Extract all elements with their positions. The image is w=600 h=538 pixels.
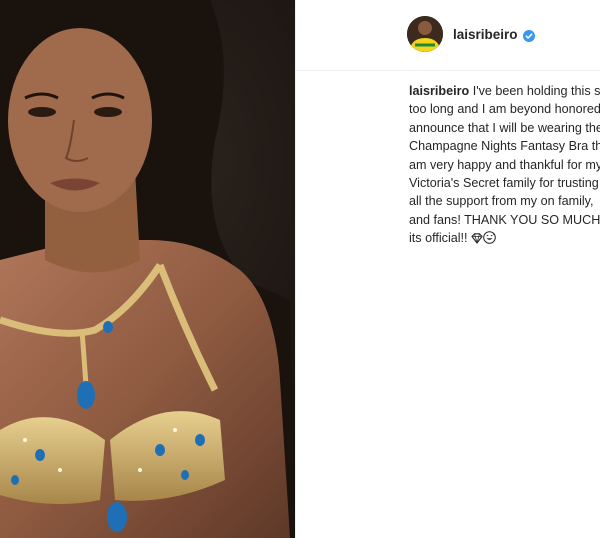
panel-divider	[295, 0, 296, 538]
caption-text: its official!!	[409, 231, 472, 246]
profile-avatar[interactable]	[407, 16, 443, 52]
author-username[interactable]: laisribeiro	[453, 27, 518, 42]
verified-badge-icon	[522, 29, 535, 42]
caption-username[interactable]: laisribeiro	[409, 84, 469, 98]
post-photo-illustration	[0, 0, 295, 538]
gem-icon	[471, 231, 483, 249]
grin-sweat-icon	[483, 231, 496, 249]
caption-line: am very happy and thankful for my	[409, 157, 600, 172]
caption-line-last: its official!!	[409, 229, 600, 249]
caption-line: all the support from my on family,	[409, 194, 594, 209]
caption-line: announce that I will be wearing the	[409, 120, 600, 135]
author-row: laisribeiro	[453, 27, 535, 42]
post-photo[interactable]	[0, 0, 295, 538]
avatar-image	[407, 16, 443, 52]
caption-text: I've been holding this se	[469, 84, 600, 98]
post-header: laisribeiro	[296, 0, 600, 71]
caption-line: and fans! THANK YOU SO MUCH!!!	[409, 212, 600, 227]
caption-line: laisribeiro I've been holding this se	[409, 82, 600, 100]
post-caption: laisribeiro I've been holding this se to…	[409, 82, 600, 250]
caption-line: Champagne Nights Fantasy Bra thi	[409, 139, 600, 154]
caption-line: too long and I am beyond honored	[409, 102, 600, 117]
caption-line: Victoria's Secret family for trusting	[409, 176, 599, 191]
